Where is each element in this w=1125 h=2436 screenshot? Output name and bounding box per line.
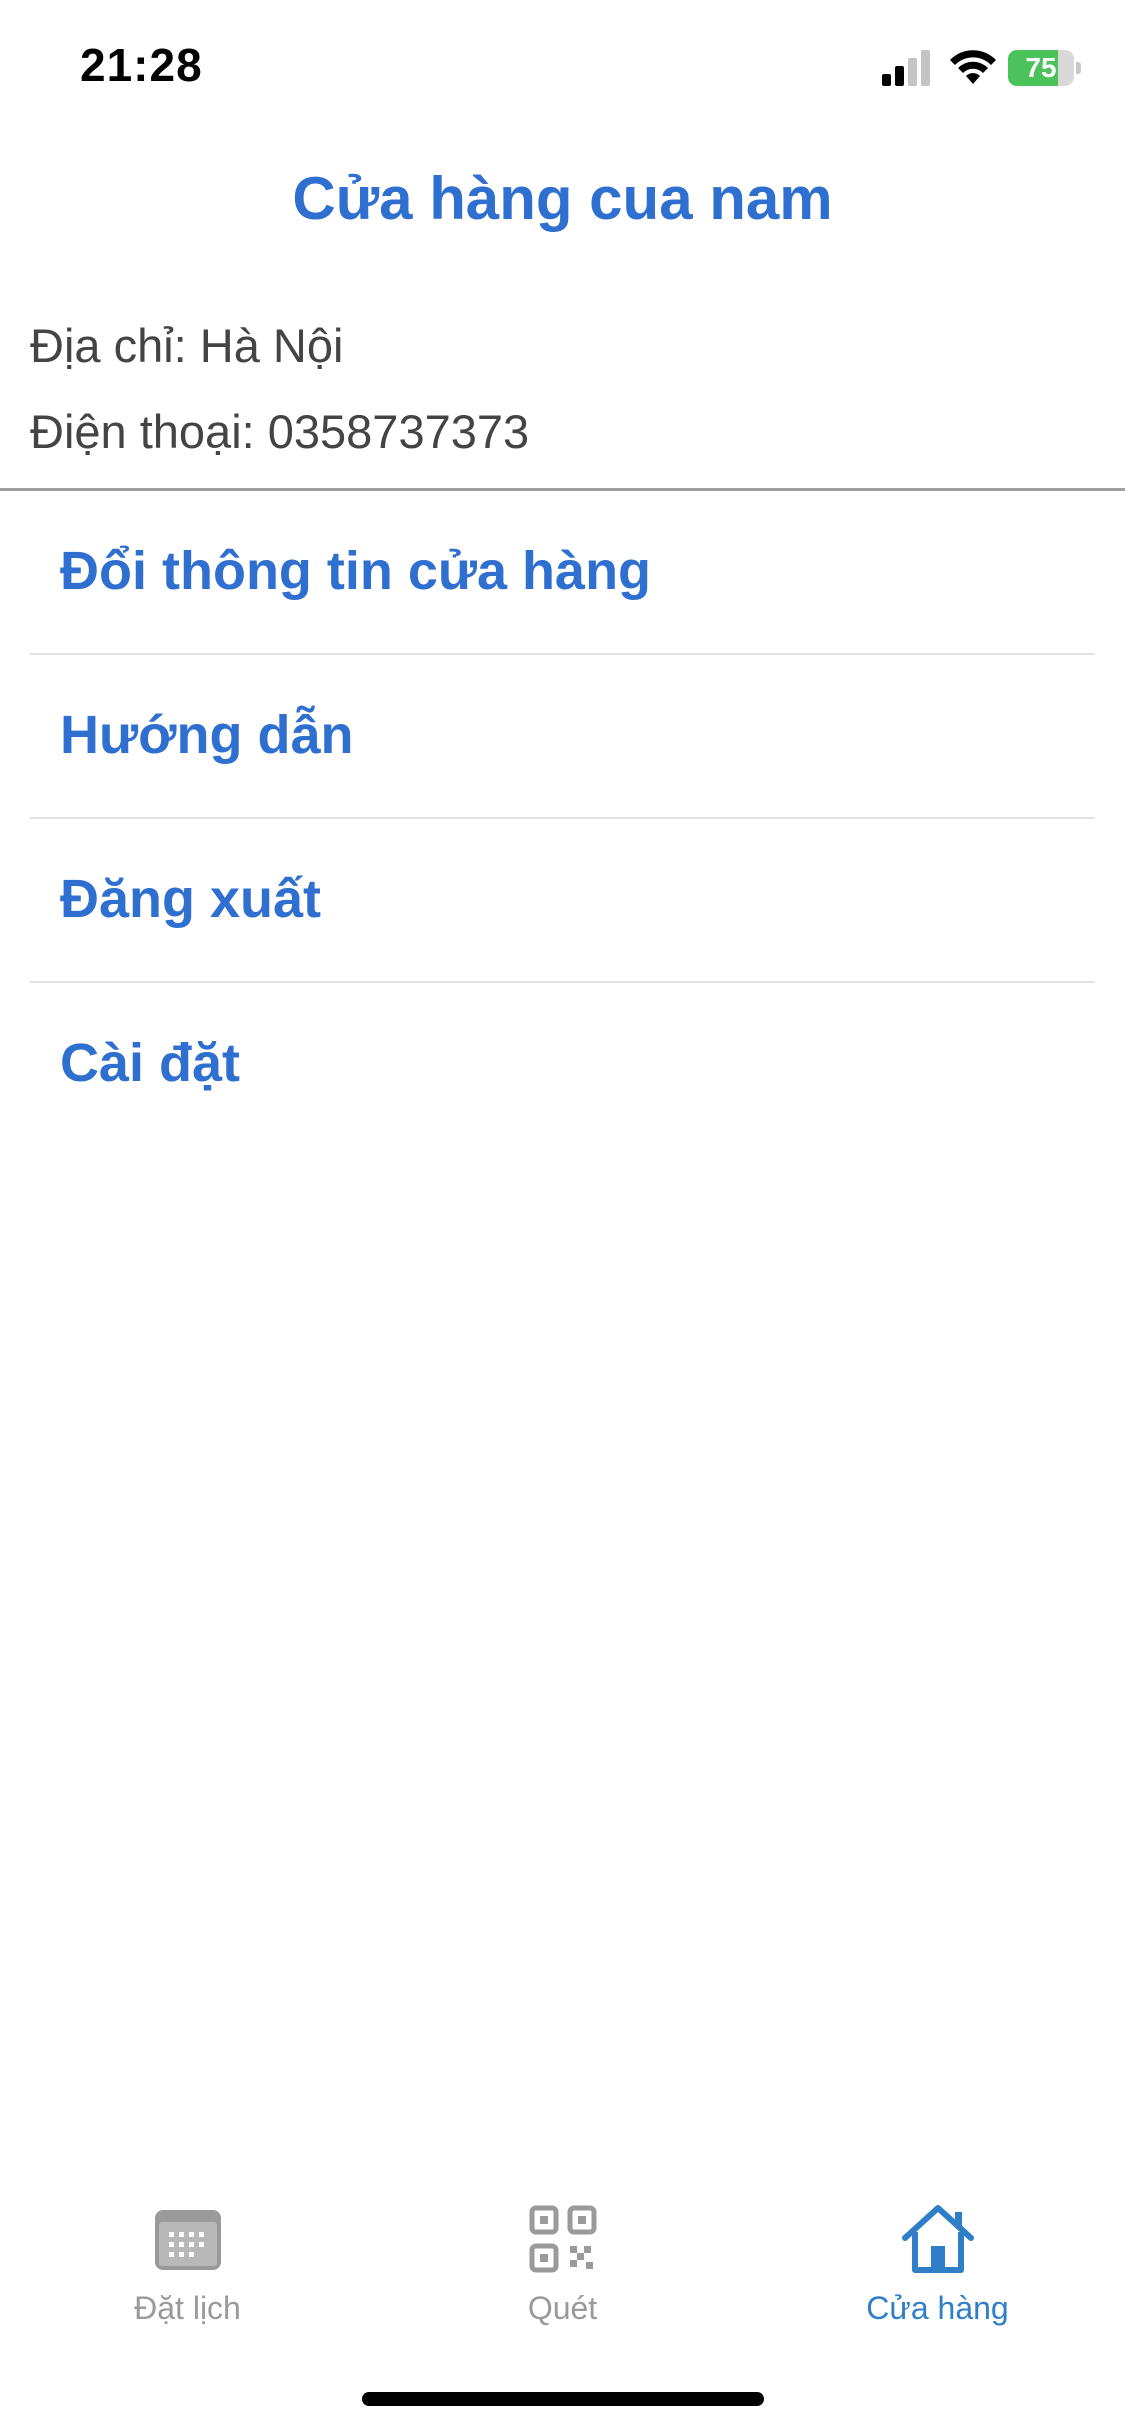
tab-scan[interactable]: Quét [375,2190,750,2350]
menu-item-label: Cài đặt [60,1033,241,1093]
page-title: Cửa hàng cua nam [292,165,833,232]
menu-item-edit-store-info[interactable]: Đổi thông tin cửa hàng [30,491,1095,655]
menu-item-settings[interactable]: Cài đặt [30,983,1095,1145]
tab-store[interactable]: Cửa hàng [750,2190,1125,2350]
store-phone: Điện thoại: 0358737373 [30,405,530,458]
tab-bar: Đặt lịch Quét Cửa hàng [0,2190,1125,2350]
menu-item-logout[interactable]: Đăng xuất [30,819,1095,983]
cellular-signal-icon [882,50,930,86]
store-address: Địa chỉ: Hà Nội [30,319,344,372]
tab-label: Cửa hàng [866,2290,1009,2326]
menu-item-label: Hướng dẫn [60,705,354,765]
settings-menu: Đổi thông tin cửa hàng Hướng dẫn Đăng xu… [30,491,1095,1145]
tab-label: Đặt lịch [134,2290,241,2326]
menu-item-label: Đổi thông tin cửa hàng [60,541,652,601]
wifi-icon [950,50,996,84]
tab-label: Quét [527,2290,598,2326]
home-indicator [362,2392,764,2406]
store-screen: 21:28 75 Cửa hàng cua nam Địa chỉ: Hà Nộ… [0,0,1125,2436]
battery-charging-icon: 75 [1008,50,1081,86]
qr-code-icon [529,2205,597,2273]
menu-item-label: Đăng xuất [60,869,322,929]
calendar-icon [155,2210,221,2270]
status-time: 21:28 [80,39,203,91]
home-icon [902,2205,974,2273]
status-bar: 21:28 75 [0,0,1125,120]
battery-level: 75 [1025,52,1057,83]
menu-item-guide[interactable]: Hướng dẫn [30,655,1095,819]
tab-booking[interactable]: Đặt lịch [0,2190,375,2350]
